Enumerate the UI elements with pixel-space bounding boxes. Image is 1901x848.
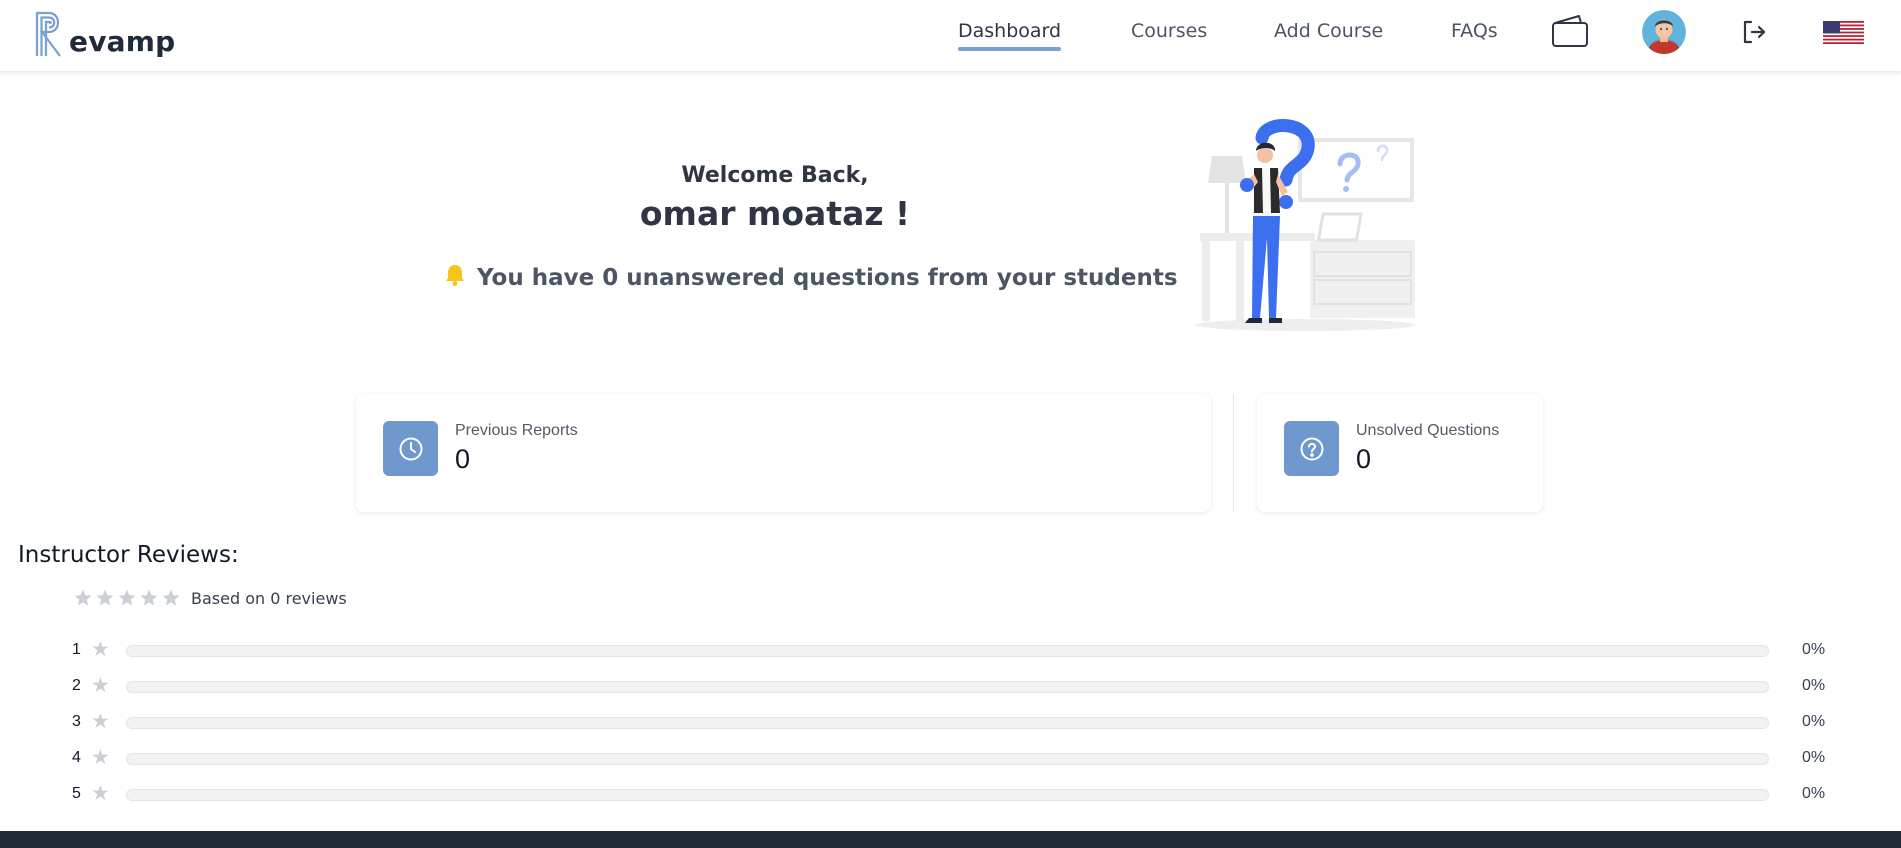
rating-percent: 0% — [1802, 713, 1826, 730]
rating-progress-bar — [126, 789, 1769, 801]
rating-row-3: 3 ★ 0% — [0, 710, 1901, 733]
review-count-text: Based on 0 reviews — [191, 588, 347, 608]
rating-progress-bar — [126, 681, 1769, 693]
unsolved-questions-label: Unsolved Questions — [1356, 422, 1500, 439]
cards-divider — [1233, 394, 1234, 512]
avatar[interactable] — [1642, 10, 1686, 54]
user-name-heading: omar moataz ! — [639, 194, 911, 233]
rating-level: 2 — [72, 677, 81, 694]
active-nav-indicator — [958, 47, 1062, 51]
nav-dashboard-label: Dashboard — [958, 20, 1062, 42]
star-icon: ★ — [91, 782, 110, 805]
rating-level: 5 — [72, 785, 81, 802]
previous-reports-label: Previous Reports — [455, 422, 578, 439]
rating-row-5: 5 ★ 0% — [0, 782, 1901, 805]
wallet-icon[interactable] — [1550, 13, 1590, 49]
confused-person-illustration — [1190, 118, 1430, 333]
rating-progress-bar — [126, 717, 1769, 729]
star-icon — [118, 589, 136, 606]
welcome-greeting: Welcome Back, — [681, 163, 869, 188]
question-circle-icon — [1284, 421, 1339, 476]
average-rating-stars — [73, 588, 181, 608]
rating-percent: 0% — [1802, 785, 1826, 802]
previous-reports-card[interactable]: Previous Reports 0 — [356, 394, 1211, 512]
nav-faqs[interactable]: FAQs — [1451, 20, 1498, 42]
unanswered-notice-text: You have 0 unanswered questions from you… — [477, 264, 1178, 291]
star-icon — [162, 589, 180, 606]
revamp-r-logo-mark — [35, 11, 61, 57]
bell-icon — [445, 264, 465, 291]
rating-level: 3 — [72, 713, 81, 730]
star-icon: ★ — [91, 674, 110, 697]
unsolved-questions-card[interactable]: Unsolved Questions 0 — [1257, 394, 1543, 512]
star-icon: ★ — [91, 638, 110, 661]
nav-courses[interactable]: Courses — [1131, 20, 1207, 42]
revamp-logo[interactable]: evamp — [34, 8, 175, 58]
footer-bar — [0, 831, 1901, 848]
rating-percent: 0% — [1802, 641, 1826, 658]
star-icon: ★ — [91, 746, 110, 769]
nav-add-course[interactable]: Add Course — [1274, 20, 1383, 42]
rating-progress-bar — [126, 645, 1769, 657]
unanswered-notice: You have 0 unanswered questions from you… — [445, 264, 1178, 291]
star-icon — [96, 589, 114, 606]
instructor-reviews-heading: Instructor Reviews: — [18, 542, 239, 568]
star-icon: ★ — [91, 710, 110, 733]
star-icon — [74, 589, 92, 606]
rating-progress-bar — [126, 753, 1769, 765]
brand-name: evamp — [69, 25, 176, 58]
us-flag-icon[interactable] — [1822, 20, 1864, 44]
rating-row-1: 1 ★ 0% — [0, 638, 1901, 661]
rating-level: 4 — [72, 749, 81, 766]
rating-percent: 0% — [1802, 677, 1826, 694]
unsolved-questions-value: 0 — [1356, 444, 1372, 474]
top-navbar: evamp Dashboard Courses Add Course FAQs — [0, 0, 1901, 71]
star-icon — [140, 589, 158, 606]
rating-row-2: 2 ★ 0% — [0, 674, 1901, 697]
logout-icon[interactable] — [1740, 18, 1768, 46]
rating-percent: 0% — [1802, 749, 1826, 766]
clock-icon — [383, 421, 438, 476]
rating-level: 1 — [72, 641, 81, 658]
previous-reports-value: 0 — [455, 444, 471, 474]
nav-dashboard[interactable]: Dashboard — [958, 20, 1062, 51]
review-summary: Based on 0 reviews — [73, 588, 347, 608]
rating-row-4: 4 ★ 0% — [0, 746, 1901, 769]
